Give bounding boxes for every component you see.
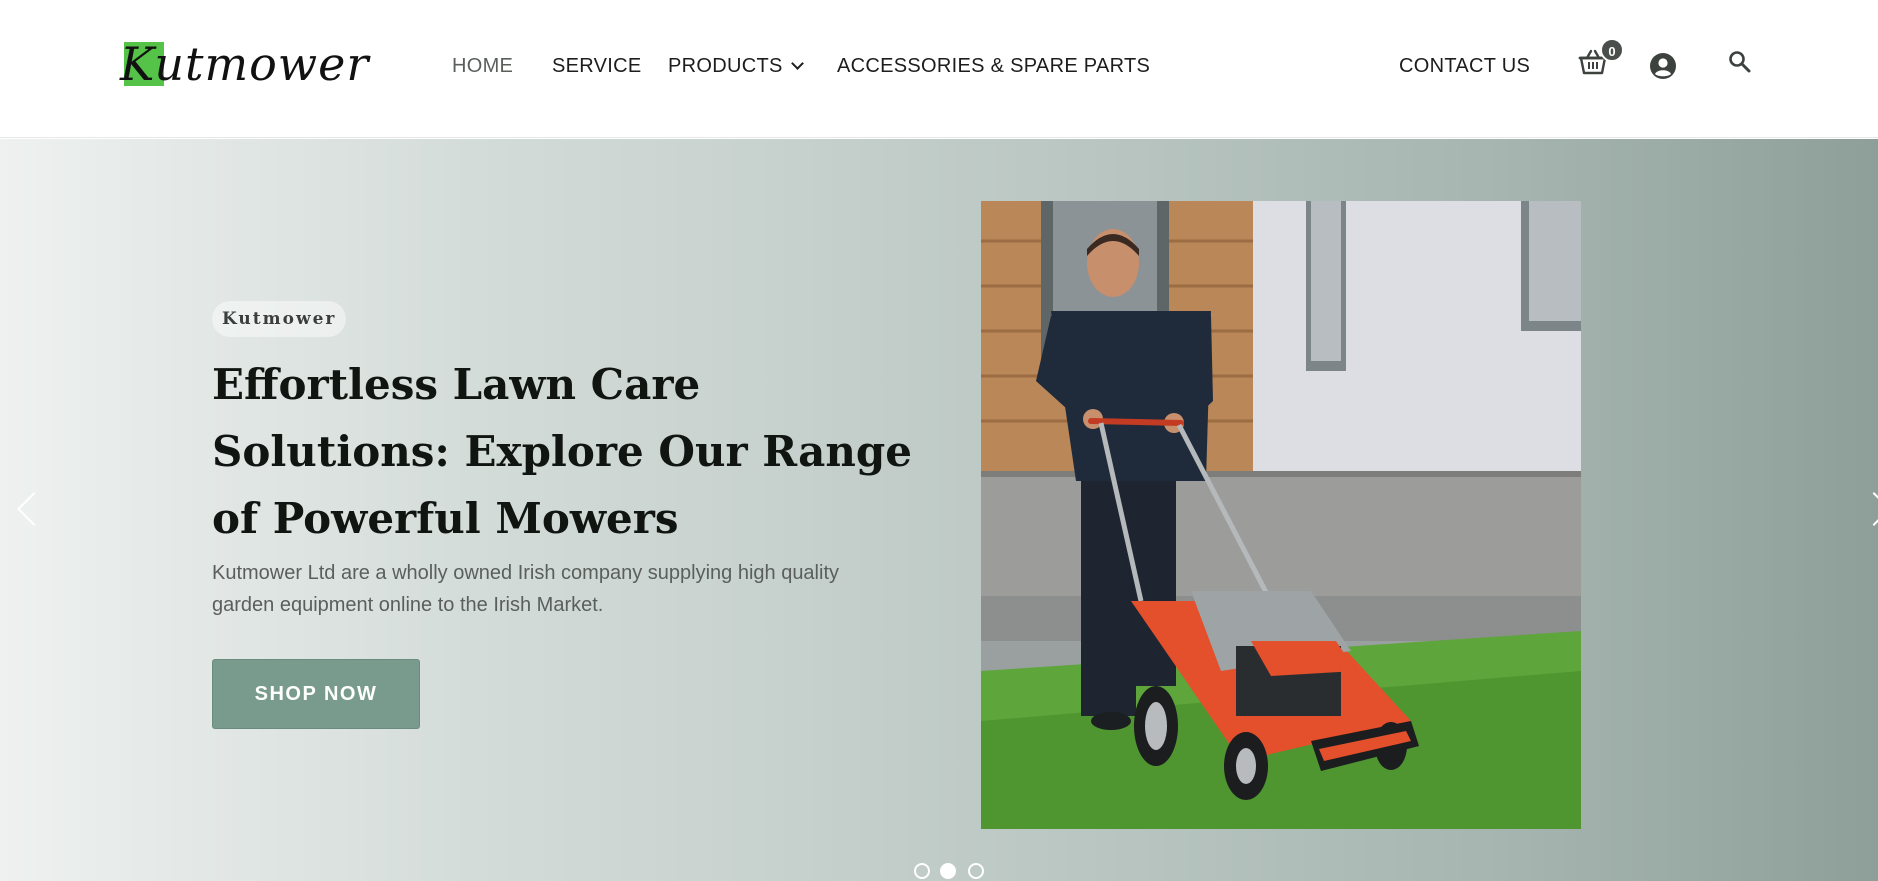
slider-dot-3[interactable] — [968, 863, 984, 879]
logo-wordmark: Kutmower — [120, 37, 370, 91]
hero-slider: Kutmower Effortless Lawn Care Solutions:… — [0, 139, 1878, 881]
user-account-icon — [1650, 53, 1676, 79]
nav-products-label: PRODUCTS — [668, 55, 783, 77]
site-header: Kutmower HOME SERVICE PRODUCTS ACCESSORI… — [0, 0, 1878, 138]
nav-products[interactable]: PRODUCTS — [668, 52, 804, 80]
shop-now-button[interactable]: SHOP NOW — [212, 659, 420, 729]
slider-dot-1[interactable] — [914, 863, 930, 879]
nav-service[interactable]: SERVICE — [552, 52, 642, 80]
nav-contact-us[interactable]: CONTACT US — [1399, 52, 1530, 80]
chevron-down-icon — [790, 57, 804, 70]
cart-button[interactable]: 0 — [1578, 38, 1624, 78]
slider-prev-arrow-icon[interactable] — [17, 492, 51, 526]
slider-dot-2[interactable] — [940, 863, 956, 879]
hero-eyebrow: Kutmower — [212, 301, 347, 337]
cart-count-badge: 0 — [1600, 38, 1624, 62]
man-mowing-lawn-photo — [981, 201, 1581, 829]
hero-headline: Effortless Lawn Care Solutions: Explore … — [212, 360, 912, 543]
slider-next-arrow-icon[interactable] — [1857, 492, 1878, 526]
nav-home[interactable]: HOME — [452, 52, 513, 80]
kutmower-logo[interactable]: Kutmower — [120, 32, 382, 96]
account-button[interactable] — [1650, 53, 1676, 79]
search-icon — [1729, 51, 1751, 73]
hero-subtext: Kutmower Ltd are a wholly owned Irish co… — [212, 562, 840, 616]
nav-accessories[interactable]: ACCESSORIES & SPARE PARTS — [837, 52, 1150, 80]
search-button[interactable] — [1728, 50, 1752, 74]
hero-photo-illustration — [981, 201, 1581, 829]
